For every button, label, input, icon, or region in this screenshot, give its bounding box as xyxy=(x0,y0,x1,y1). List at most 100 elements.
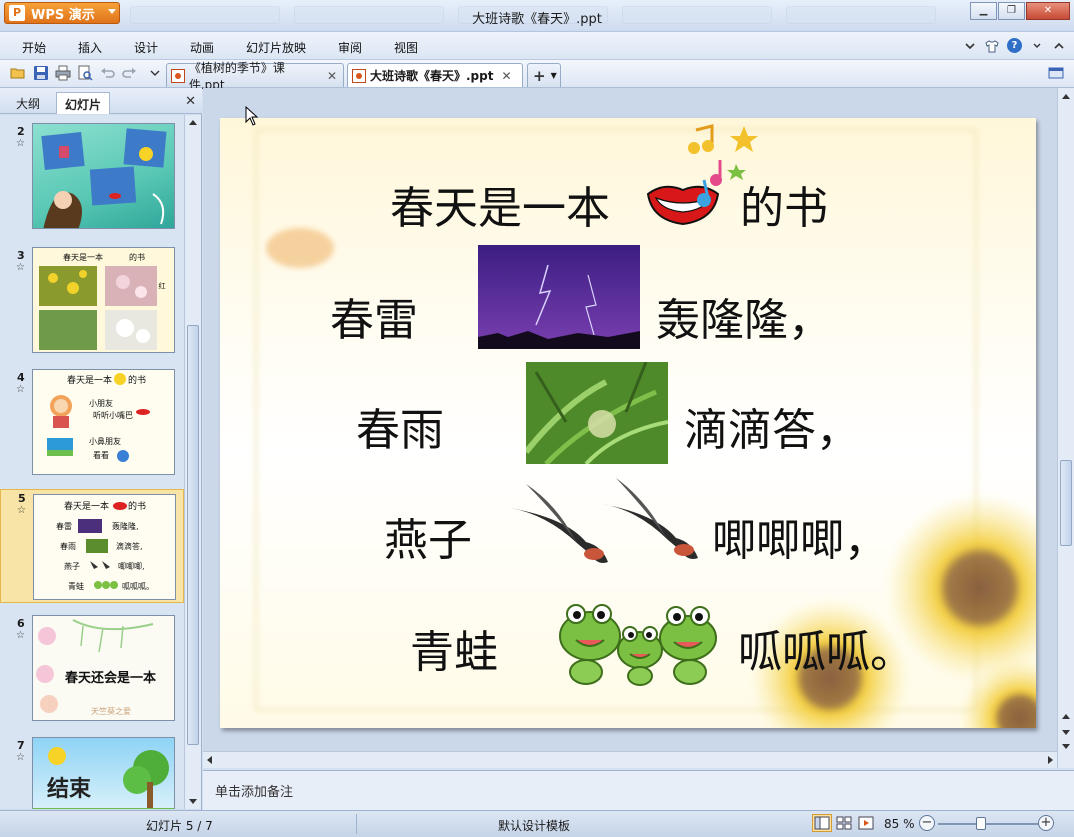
window-layout-icon[interactable] xyxy=(1048,65,1064,81)
maximize-button[interactable]: ❐ xyxy=(998,2,1025,20)
close-tab-icon[interactable]: ✕ xyxy=(327,69,337,83)
frogs-image xyxy=(559,604,717,686)
slideshow-button[interactable] xyxy=(856,814,876,832)
ppt-file-icon xyxy=(352,68,366,83)
redo-icon[interactable] xyxy=(121,65,137,81)
print-icon[interactable] xyxy=(55,65,71,81)
close-button[interactable]: ✕ xyxy=(1026,2,1070,20)
star-icon: ☆ xyxy=(16,752,25,763)
lightning-photo xyxy=(478,245,640,349)
slideshow-icon xyxy=(858,816,874,830)
row-swallow-sound: 唧唧唧， xyxy=(712,515,888,566)
svg-text:春天还会是一本: 春天还会是一本 xyxy=(64,670,156,686)
undo-icon[interactable] xyxy=(100,65,116,81)
slides-panel: 大纲 幻灯片 ✕ 2 ☆ 3 ☆ 春天是一本 的书 红 4 ☆ 春天是一本 的书… xyxy=(0,88,202,810)
help-icon[interactable]: ? xyxy=(1007,38,1022,53)
scroll-up-icon[interactable] xyxy=(1062,94,1070,99)
row-swallow-label: 燕子 xyxy=(384,515,472,566)
slide-thumbnail-7[interactable]: 结束 xyxy=(32,737,175,809)
slide-thumbnail-row[interactable]: 4 ☆ 春天是一本 的书 小朋友 听听小嘴巴 小鼻朋友 看看 xyxy=(0,369,184,477)
slide-thumbnail-5[interactable]: 春天是一本 的书 春雷 轰隆隆, 春雨 滴滴答, 燕子 唧唧唧, 青蛙 呱呱呱。 xyxy=(33,494,176,600)
normal-view-button[interactable] xyxy=(812,814,832,832)
scroll-up-icon[interactable] xyxy=(189,120,197,125)
print-preview-icon[interactable] xyxy=(77,65,93,81)
current-slide[interactable]: 春天是一本 的书 春雷 轰隆隆， 春雨 滴滴答， 燕子 唧唧唧， 青蛙 呱呱呱。 xyxy=(220,118,1036,728)
next-slide-icon[interactable] xyxy=(1062,730,1070,735)
svg-text:的书: 的书 xyxy=(128,374,146,386)
scroll-down-icon[interactable] xyxy=(1062,744,1070,749)
slide-thumbnail-row[interactable]: 2 ☆ xyxy=(0,123,184,233)
slide-sorter-button[interactable] xyxy=(834,814,854,832)
ribbon-collapse-icon[interactable] xyxy=(1052,39,1066,53)
tab-slides[interactable]: 幻灯片 xyxy=(56,92,111,114)
close-panel-icon[interactable]: ✕ xyxy=(185,94,196,109)
zoom-slider[interactable] xyxy=(938,823,1038,825)
scroll-left-icon[interactable] xyxy=(207,756,212,764)
new-tab-button[interactable]: + ▼ xyxy=(527,63,561,87)
slide-editor: 春天是一本 的书 春雷 轰隆隆， 春雨 滴滴答， 燕子 唧唧唧， 青蛙 呱呱呱。 xyxy=(203,88,1074,768)
tab-outline[interactable]: 大纲 xyxy=(8,92,48,114)
row-spring-thunder-label: 春雷 xyxy=(330,295,418,346)
slide-thumbnail-3[interactable]: 春天是一本 的书 红 xyxy=(32,247,175,353)
slide-vertical-scrollbar[interactable] xyxy=(1057,88,1074,768)
skin-shirt-icon[interactable] xyxy=(985,39,999,53)
mouse-cursor-icon xyxy=(245,106,259,126)
scroll-down-icon[interactable] xyxy=(189,799,197,804)
design-template-name: 默认设计模板 xyxy=(498,819,571,833)
chevron-down-icon[interactable] xyxy=(963,39,977,53)
slide-thumbnail-4[interactable]: 春天是一本 的书 小朋友 听听小嘴巴 小鼻朋友 看看 xyxy=(32,369,175,475)
scroll-right-icon[interactable] xyxy=(1048,756,1053,764)
slide-horizontal-scrollbar[interactable] xyxy=(203,751,1057,768)
slide-thumbnail-row[interactable]: 6 ☆ 春天还会是一本 天竺葵之爱 xyxy=(0,615,184,723)
zoom-slider-knob[interactable] xyxy=(976,817,986,830)
notes-placeholder: 单击添加备注 xyxy=(215,785,294,800)
minimize-button[interactable]: ▁ xyxy=(970,2,997,20)
open-folder-icon[interactable] xyxy=(10,65,26,81)
row-spring-thunder-sound: 轰隆隆， xyxy=(656,295,832,346)
menu-view[interactable]: 视图 xyxy=(394,39,418,56)
slide-thumbnail-list: 2 ☆ 3 ☆ 春天是一本 的书 红 4 ☆ 春天是一本 的书 小朋友 听听小嘴… xyxy=(0,115,184,809)
star-icon: ☆ xyxy=(16,138,25,149)
chevron-down-icon[interactable] xyxy=(1030,39,1044,53)
menu-review[interactable]: 审阅 xyxy=(338,39,362,56)
slide-thumbnail-6[interactable]: 春天还会是一本 天竺葵之爱 xyxy=(32,615,175,721)
menu-insert[interactable]: 插入 xyxy=(78,39,102,56)
menu-slideshow[interactable]: 幻灯片放映 xyxy=(246,39,306,56)
menu-animation[interactable]: 动画 xyxy=(190,39,214,56)
slide-thumbnail-row[interactable]: 3 ☆ 春天是一本 的书 红 xyxy=(0,247,184,355)
notes-pane[interactable]: 单击添加备注 xyxy=(203,770,1074,810)
svg-text:听听小嘴巴: 听听小嘴巴 xyxy=(93,410,133,420)
svg-text:春雷: 春雷 xyxy=(56,521,72,531)
row-frog-label: 青蛙 xyxy=(410,627,498,678)
scroll-thumb[interactable] xyxy=(1060,460,1072,546)
tab-document-spring-poem[interactable]: 大班诗歌《春天》.ppt ✕ xyxy=(347,63,523,87)
tab-document-tree-planting[interactable]: 《植树的季节》课件.ppt ✕ xyxy=(166,61,344,92)
svg-text:小鼻朋友: 小鼻朋友 xyxy=(89,436,121,446)
svg-text:春天是一本: 春天是一本 xyxy=(67,374,112,386)
slide-thumbnail-2[interactable] xyxy=(32,123,175,229)
chevron-down-icon[interactable] xyxy=(147,65,163,81)
scroll-thumb[interactable] xyxy=(187,325,199,745)
row-frog-sound: 呱呱呱。 xyxy=(738,627,914,678)
prev-slide-icon[interactable] xyxy=(1062,714,1070,719)
zoom-out-button[interactable]: − xyxy=(919,815,935,831)
svg-text:天竺葵之爱: 天竺葵之爱 xyxy=(91,706,131,716)
svg-text:春雨: 春雨 xyxy=(60,541,76,551)
zoom-level: 85 % xyxy=(884,817,915,831)
save-icon[interactable] xyxy=(33,65,49,81)
svg-text:的书: 的书 xyxy=(128,500,146,512)
svg-text:春天是一本: 春天是一本 xyxy=(63,252,103,262)
swallows-image xyxy=(510,478,698,563)
status-bar: 幻灯片 5 / 7 默认设计模板 85 % − + xyxy=(0,810,1074,837)
star-icon: ☆ xyxy=(17,505,26,516)
slide-thumbnail-row-selected[interactable]: 5 ☆ 春天是一本 的书 春雷 轰隆隆, 春雨 滴滴答, 燕子 唧唧唧, 青蛙 … xyxy=(0,489,184,603)
zoom-in-button[interactable]: + xyxy=(1038,815,1054,831)
slide-thumbnail-row[interactable]: 7 ☆ 结束 xyxy=(0,737,184,809)
svg-text:的书: 的书 xyxy=(129,252,145,262)
menu-home[interactable]: 开始 xyxy=(22,39,46,56)
thumbnail-scrollbar[interactable] xyxy=(184,115,201,809)
music-notes-icon xyxy=(688,124,758,207)
menu-design[interactable]: 设计 xyxy=(134,39,158,56)
star-icon: ☆ xyxy=(16,630,25,641)
close-tab-icon[interactable]: ✕ xyxy=(501,69,511,83)
